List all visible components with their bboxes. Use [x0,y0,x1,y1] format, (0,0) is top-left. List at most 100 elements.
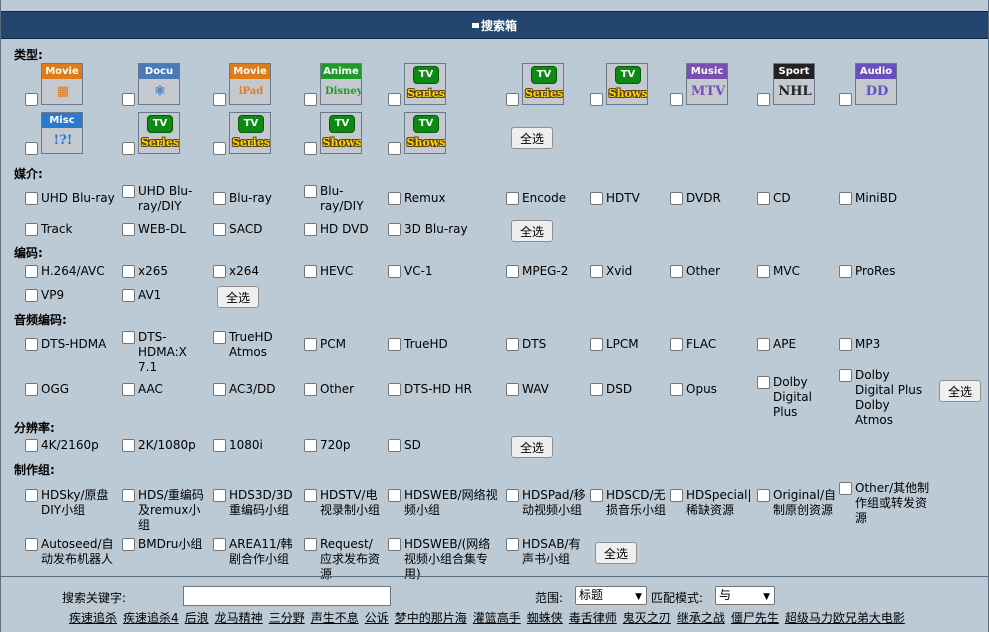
hot-keyword-link[interactable]: 毒舌律师 [569,611,617,625]
group-checkbox[interactable] [388,489,401,502]
group-checkbox[interactable] [388,538,401,551]
media-checkbox[interactable] [388,223,401,236]
resolution-option[interactable]: 720p [304,438,384,453]
codec-checkbox[interactable] [670,265,683,278]
audio-checkbox[interactable] [304,338,317,351]
category-tv-icon[interactable]: TV Shows [606,63,648,105]
media-option[interactable]: Blu-ray/DIY [304,184,384,214]
group-checkbox[interactable] [757,489,770,502]
group-checkbox[interactable] [122,538,135,551]
codec-option[interactable]: ProRes [839,264,931,279]
group-option[interactable]: HDSWEB/网络视频小组 [388,488,502,518]
type-select-all-button[interactable]: 全选 [511,127,554,149]
codec-option[interactable]: MVC [757,264,837,279]
media-select-all-button[interactable]: 全选 [511,220,554,242]
media-option[interactable]: DVDR [670,191,754,206]
media-option[interactable]: MiniBD [839,191,931,206]
type-checkbox[interactable] [213,93,226,106]
category-tv-icon[interactable]: TV Series [138,112,180,154]
group-checkbox[interactable] [213,538,226,551]
group-option[interactable]: HDS3D/3D重编码小组 [213,488,301,518]
category-movie-icon[interactable]: Movie iPad [229,63,271,105]
audio-checkbox[interactable] [388,338,401,351]
hot-keyword-link[interactable]: 僵尸先生 [731,611,779,625]
codec-option[interactable]: x264 [213,264,301,279]
type-checkbox[interactable] [670,93,683,106]
media-option[interactable]: Remux [388,191,502,206]
type-checkbox[interactable] [122,93,135,106]
media-checkbox[interactable] [304,223,317,236]
category-docu-icon[interactable]: Docu ⚛ [138,63,180,105]
group-option[interactable]: HDSky/原盘DIY小组 [25,488,117,518]
media-checkbox[interactable] [506,192,519,205]
type-checkbox[interactable] [839,93,852,106]
codec-option[interactable]: VP9 [25,288,117,303]
category-music-icon[interactable]: Music MTV [686,63,728,105]
resolution-option[interactable]: 2K/1080p [122,438,208,453]
audio-checkbox[interactable] [122,383,135,396]
media-option[interactable]: HDTV [590,191,666,206]
type-checkbox[interactable] [757,93,770,106]
audio-checkbox[interactable] [757,338,770,351]
audio-checkbox[interactable] [304,383,317,396]
audio-option[interactable]: APE [757,337,837,352]
media-checkbox[interactable] [839,192,852,205]
type-checkbox[interactable] [213,142,226,155]
group-checkbox[interactable] [213,489,226,502]
group-option[interactable]: Autoseed/自动发布机器人 [25,537,117,567]
group-option[interactable]: AREA11/韩剧合作小组 [213,537,301,567]
group-option[interactable]: HDSTV/电视录制小组 [304,488,384,518]
audio-select-all-button[interactable]: 全选 [939,380,982,402]
hot-keyword-link[interactable]: 疾速追杀 [69,611,117,625]
resolution-checkbox[interactable] [25,439,38,452]
audio-option[interactable]: AC3/DD [213,382,301,397]
audio-option[interactable]: DTS-HDMA [25,337,117,352]
media-option[interactable]: WEB-DL [122,222,208,237]
codec-option[interactable]: VC-1 [388,264,502,279]
group-checkbox[interactable] [839,482,852,495]
hot-keyword-link[interactable]: 梦中的那片海 [395,611,467,625]
codec-checkbox[interactable] [839,265,852,278]
category-sport-icon[interactable]: Sport NHL [773,63,815,105]
group-checkbox[interactable] [304,538,317,551]
audio-checkbox[interactable] [213,331,226,344]
audio-checkbox[interactable] [839,338,852,351]
audio-checkbox[interactable] [839,369,852,382]
media-option[interactable]: UHD Blu-ray [25,191,117,206]
audio-checkbox[interactable] [670,383,683,396]
collapse-icon[interactable] [471,22,479,28]
type-checkbox[interactable] [388,93,401,106]
resolution-option[interactable]: SD [388,438,502,453]
type-checkbox[interactable] [506,93,519,106]
media-checkbox[interactable] [304,185,317,198]
scope-select[interactable]: 标题 ▼ [575,586,647,605]
hot-keyword-link[interactable]: 继承之战 [677,611,725,625]
audio-option[interactable]: OGG [25,382,117,397]
audio-checkbox[interactable] [590,338,603,351]
codec-option[interactable]: H.264/AVC [25,264,117,279]
group-checkbox[interactable] [590,489,603,502]
media-checkbox[interactable] [590,192,603,205]
type-checkbox[interactable] [388,142,401,155]
type-checkbox[interactable] [25,93,38,106]
media-option[interactable]: Encode [506,191,586,206]
hot-keyword-link[interactable]: 后浪 [185,611,209,625]
group-option[interactable]: BMDru小组 [122,537,208,552]
audio-checkbox[interactable] [25,383,38,396]
media-checkbox[interactable] [757,192,770,205]
audio-option[interactable]: Other [304,382,384,397]
audio-option[interactable]: DSD [590,382,666,397]
hot-keyword-link[interactable]: 三分野 [269,611,305,625]
group-checkbox[interactable] [25,538,38,551]
hot-keyword-link[interactable]: 公诉 [365,611,389,625]
hot-keyword-link[interactable]: 疾速追杀4 [123,611,179,625]
media-option[interactable]: UHD Blu-ray/DIY [122,184,208,214]
audio-option[interactable]: FLAC [670,337,754,352]
audio-checkbox[interactable] [590,383,603,396]
group-option[interactable]: HDSCD/无损音乐小组 [590,488,666,518]
audio-option[interactable]: TrueHD [388,337,502,352]
group-checkbox[interactable] [304,489,317,502]
group-checkbox[interactable] [506,489,519,502]
audio-checkbox[interactable] [388,383,401,396]
category-tv-icon[interactable]: TV Series [522,63,564,105]
